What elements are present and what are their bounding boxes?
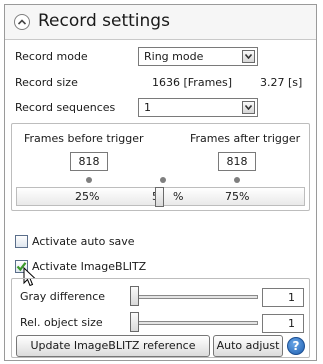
dropdown-button[interactable] [242,101,255,114]
record-sequences-value: 1 [144,101,151,114]
auto-save-checkbox[interactable] [15,235,28,248]
record-sequences-dropdown[interactable]: 1 [138,98,258,117]
help-icon[interactable]: ? [287,337,305,355]
tick-mark [234,177,240,183]
rel-object-size-slider-thumb[interactable] [130,312,139,332]
collapse-button[interactable] [14,14,30,30]
gray-difference-input[interactable]: 1 [262,288,304,307]
auto-adjust-button[interactable]: Auto adjust [213,335,283,357]
record-sequences-label: Record sequences [15,101,116,114]
record-settings-panel: Record settings Record mode Ring mode Re… [4,4,317,361]
gray-difference-slider-thumb[interactable] [130,286,139,306]
mark-75-label: 75% [225,190,250,203]
auto-save-label: Activate auto save [32,235,135,248]
chevron-up-icon [18,19,26,25]
imageblitz-group: Gray difference 1 Rel. object size 1 Upd… [11,278,310,358]
record-mode-value: Ring mode [144,50,204,63]
frames-after-label: Frames after trigger [190,132,301,145]
update-imageblitz-reference-button[interactable]: Update ImageBLITZ reference [16,335,210,357]
chevron-down-icon [245,54,252,59]
rel-object-size-slider-track[interactable] [130,321,258,325]
panel-header: Record settings [5,5,316,40]
imageblitz-label: Activate ImageBLITZ [32,260,147,273]
panel-title: Record settings [38,11,170,31]
tick-mark [160,177,166,183]
trigger-group: Frames before trigger Frames after trigg… [11,123,310,211]
frames-before-label: Frames before trigger [24,132,144,145]
frames-before-input[interactable]: 818 [70,152,108,171]
mark-25-label: 25% [75,190,100,203]
rel-object-size-input[interactable]: 1 [262,314,304,333]
trigger-slider-thumb[interactable] [155,187,164,207]
record-mode-dropdown[interactable]: Ring mode [138,47,258,66]
frames-after-input[interactable]: 818 [218,152,256,171]
rel-object-size-label: Rel. object size [20,316,103,329]
record-size-label: Record size [15,76,78,89]
gray-difference-slider-track[interactable] [130,295,258,299]
record-size-frames: 1636 [Frames] [152,76,233,89]
tick-mark [86,177,92,183]
gray-difference-label: Gray difference [20,290,106,303]
mark-50-label-percent: % [173,190,184,203]
chevron-down-icon [245,105,252,110]
record-mode-label: Record mode [15,50,88,63]
dropdown-button[interactable] [242,50,255,63]
record-size-seconds: 3.27 [s] [260,76,303,89]
